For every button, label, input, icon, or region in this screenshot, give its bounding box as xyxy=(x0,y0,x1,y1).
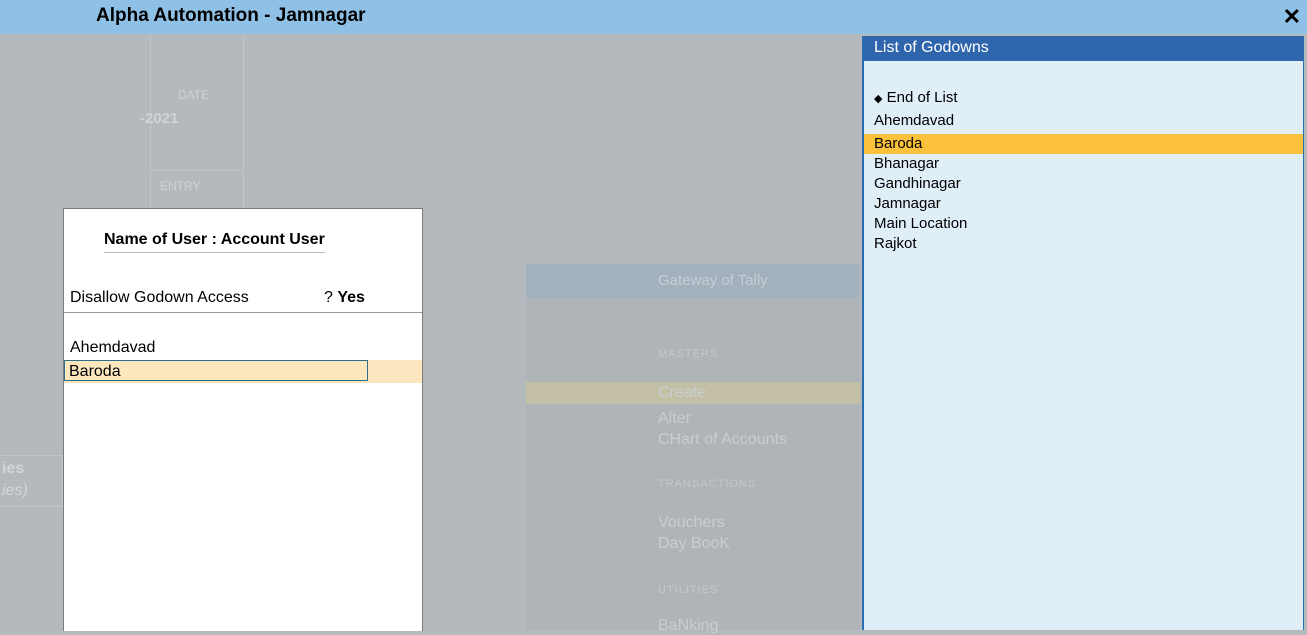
gateway-day-book: Day BooK xyxy=(658,535,731,552)
question-mark: ? xyxy=(324,289,333,306)
close-icon[interactable]: ✕ xyxy=(1283,6,1301,28)
dialog-separator xyxy=(64,312,422,313)
disallow-godown-value[interactable]: ? Yes xyxy=(324,289,365,307)
gateway-alter: Alter xyxy=(658,410,691,427)
gateway-create: Create xyxy=(658,384,707,401)
list-item[interactable]: Bhanagar xyxy=(874,154,939,174)
gateway-banking: BaNking xyxy=(658,617,719,634)
background-edge-text-1: ies xyxy=(2,460,25,477)
list-item[interactable]: Gandhinagar xyxy=(874,174,961,194)
window-title: Alpha Automation - Jamnagar xyxy=(96,5,366,26)
godown-entry[interactable]: Ahemdavad xyxy=(70,339,155,357)
disallow-godown-label: Disallow Godown Access xyxy=(70,289,249,306)
gateway-title: Gateway of Tally xyxy=(658,272,768,289)
list-item[interactable]: Jamnagar xyxy=(874,194,941,214)
list-selection-highlight xyxy=(864,134,1303,154)
list-item-selected[interactable]: Baroda xyxy=(874,134,922,154)
gateway-chart-of-accounts: CHart of Accounts xyxy=(658,431,787,448)
background-entry-label: ENTRY xyxy=(160,179,201,193)
user-godown-dialog: Name of User : Account User Disallow God… xyxy=(63,208,423,631)
gateway-vouchers: Vouchers xyxy=(658,514,725,531)
godown-list-panel: List of Godowns ◆ End of List Ahemdavad … xyxy=(862,36,1304,630)
gateway-header: Gateway of Tally xyxy=(526,264,860,298)
end-of-list-label: End of List xyxy=(886,89,958,106)
gateway-masters-label: MASTERS xyxy=(658,348,719,360)
godown-input[interactable]: Baroda xyxy=(64,360,368,381)
dialog-title: Name of User : Account User xyxy=(104,231,325,253)
list-item[interactable]: Ahemdavad xyxy=(874,111,954,131)
answer-value: Yes xyxy=(337,289,365,306)
list-item[interactable]: Rajkot xyxy=(874,234,917,254)
background-date-panel xyxy=(150,34,244,171)
list-item-end-of-list[interactable]: ◆ End of List xyxy=(874,88,958,108)
gateway-of-tally-panel: Gateway of Tally MASTERS Create Alter CH… xyxy=(526,264,860,634)
diamond-icon: ◆ xyxy=(874,93,883,105)
background-date-label: DATE xyxy=(178,88,210,102)
background-edge-text-2: ies) xyxy=(2,482,28,499)
list-item[interactable]: Main Location xyxy=(874,214,967,234)
background-date-value: -2021 xyxy=(140,110,179,127)
gateway-utilities-label: UTILITIES xyxy=(658,584,719,596)
title-bar: Alpha Automation - Jamnagar ✕ xyxy=(0,0,1307,34)
list-header: List of Godowns xyxy=(864,36,1303,61)
list-title: List of Godowns xyxy=(874,39,989,56)
gateway-transactions-label: TRANSACTIONS xyxy=(658,478,757,490)
